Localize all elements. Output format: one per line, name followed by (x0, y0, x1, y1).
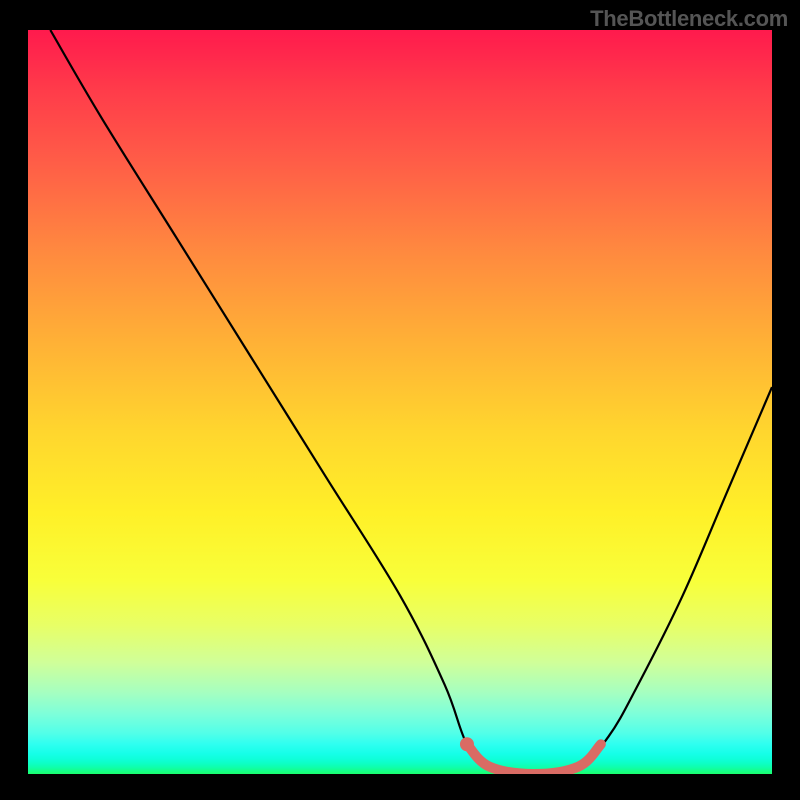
watermark-text: TheBottleneck.com (590, 6, 788, 32)
chart-svg (28, 30, 772, 774)
highlight-start-dot (460, 737, 474, 751)
recommended-range-highlight (467, 744, 601, 774)
bottleneck-curve (50, 30, 772, 774)
chart-plot-area (28, 30, 772, 774)
